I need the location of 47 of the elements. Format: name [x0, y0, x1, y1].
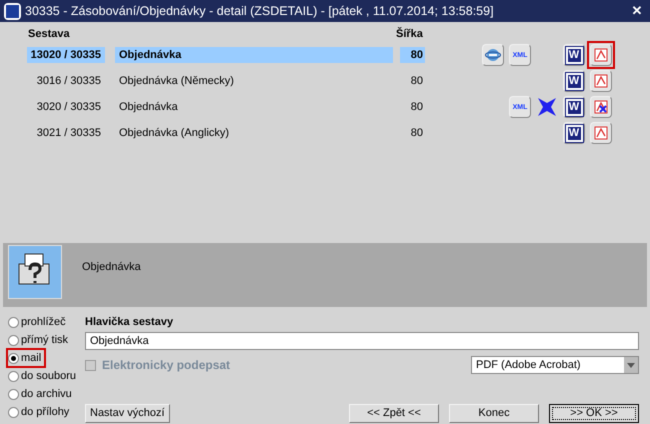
word-icon[interactable]: W	[563, 70, 585, 92]
end-button[interactable]: Konec	[449, 404, 539, 423]
report-width: 80	[410, 126, 424, 141]
report-header-field[interactable]: Objednávka	[85, 332, 639, 350]
format-dropdown[interactable]: PDF (Adobe Acrobat)	[471, 356, 639, 374]
report-code[interactable]: 3020 / 30335	[27, 99, 105, 115]
browser-icon[interactable]	[482, 44, 504, 66]
pdf-icon[interactable]	[590, 96, 612, 118]
report-width: 80	[410, 74, 424, 89]
radio-label[interactable]: prohlížeč	[21, 314, 66, 330]
radio-button[interactable]	[8, 406, 19, 418]
radio-label[interactable]: přímý tisk	[21, 332, 68, 348]
word-icon[interactable]: W	[563, 122, 585, 144]
section-heading: Hlavička sestavy	[85, 315, 174, 329]
radio-label[interactable]: do přílohy	[21, 404, 70, 420]
column-header: Sestava	[28, 26, 71, 42]
report-width: 80	[410, 100, 424, 115]
window-title: 30335 - Zásobování/Objednávky - detail (ZSDETAIL) - [pátek , 11.07.2014; 13:58:59]	[25, 2, 494, 20]
star-icon[interactable]	[536, 96, 558, 118]
report-name[interactable]: Objednávka	[115, 47, 393, 63]
report-title: Objednávka	[82, 260, 141, 275]
report-name[interactable]: Objednávka (Anglicky)	[115, 125, 393, 141]
app-logo-icon	[4, 2, 21, 20]
radio-button[interactable]	[8, 334, 19, 346]
radio-label[interactable]: do souboru	[21, 368, 76, 384]
report-name[interactable]: Objednávka	[115, 99, 393, 115]
word-icon[interactable]: W	[563, 96, 585, 118]
radio-label[interactable]: mail	[21, 350, 42, 366]
printer-question-icon	[8, 245, 62, 299]
report-name[interactable]: Objednávka (Německy)	[115, 73, 393, 89]
radio-button[interactable]	[8, 316, 19, 328]
pdf-icon[interactable]	[590, 70, 612, 92]
close-button[interactable]: ✕	[628, 1, 646, 21]
report-code[interactable]: 3021 / 30335	[27, 125, 105, 141]
radio-button[interactable]	[8, 352, 19, 364]
report-width: 80	[400, 47, 425, 63]
report-code[interactable]: 13020 / 30335	[27, 47, 105, 63]
pdf-icon[interactable]	[590, 122, 612, 144]
set-defaults-button[interactable]: Nastav výchozí	[85, 404, 170, 423]
column-header: Šířka	[396, 26, 423, 42]
back-button[interactable]: << Zpět <<	[349, 404, 439, 423]
ok-button[interactable]: >> OK >>	[549, 404, 639, 423]
report-code[interactable]: 3016 / 30335	[27, 73, 105, 89]
word-icon[interactable]: W	[563, 44, 585, 66]
radio-label[interactable]: do archivu	[21, 386, 72, 402]
radio-button[interactable]	[8, 388, 19, 400]
radio-button[interactable]	[8, 370, 19, 382]
